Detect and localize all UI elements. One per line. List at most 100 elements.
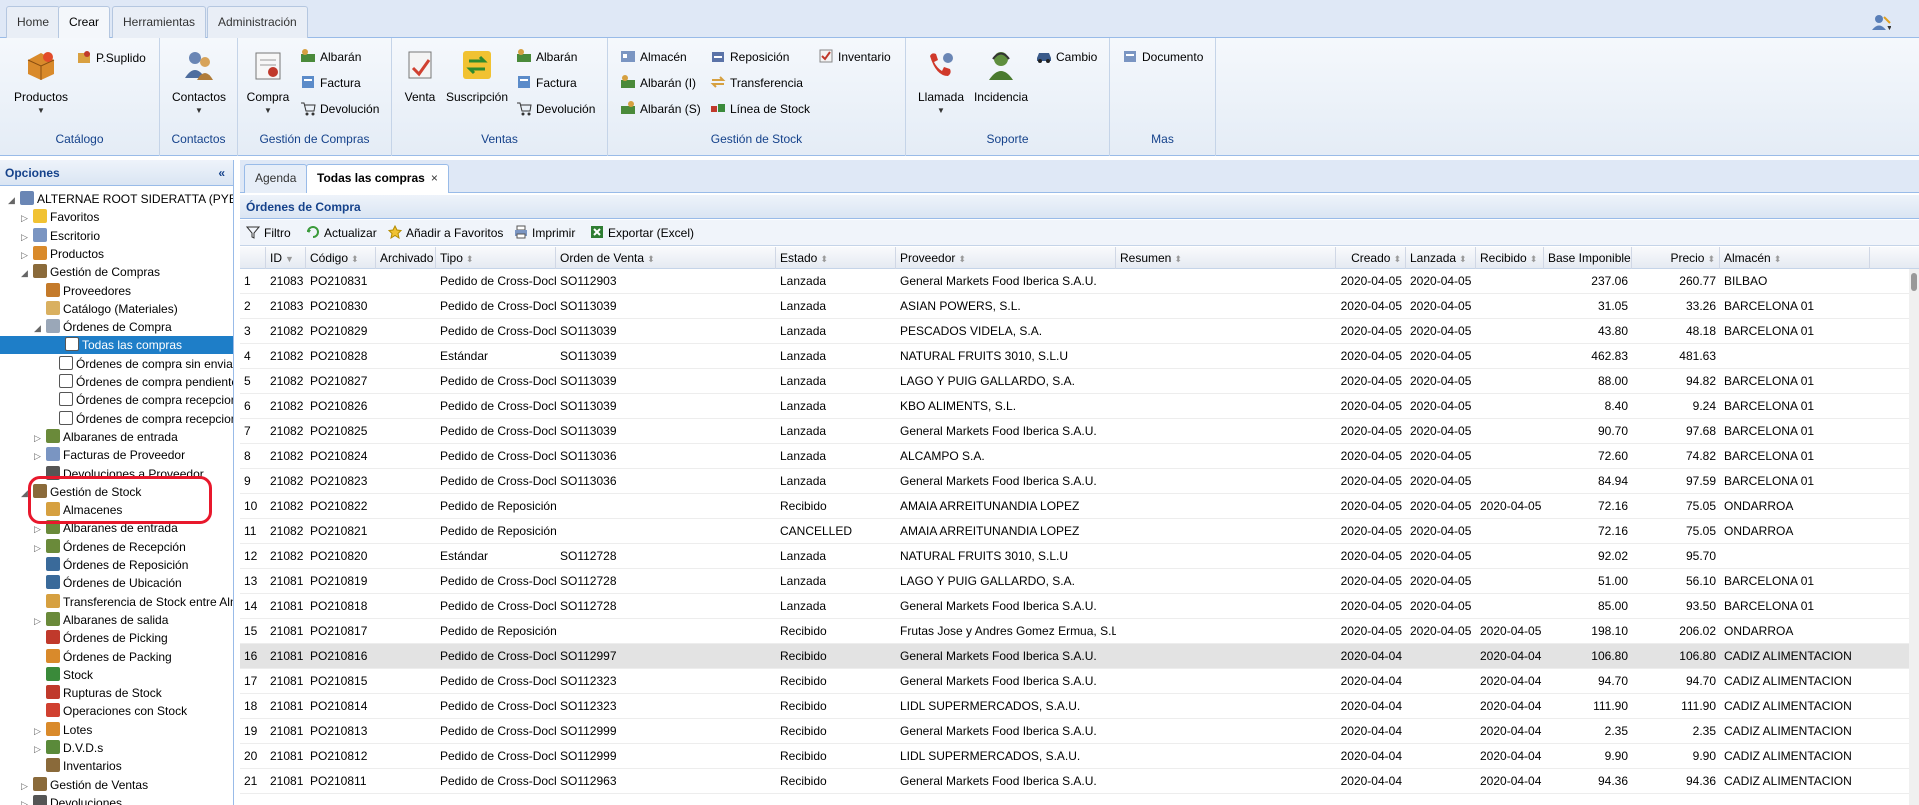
compra-button[interactable]: Compra ▼ [244,48,292,115]
devolucion-ventas-button[interactable]: Devolución [516,99,595,119]
table-row[interactable]: 7 21082 PO210825 Pedido de Cross-Dock SO1130… [240,419,1919,444]
tree-expand-icon[interactable]: ▷ [21,209,33,227]
column-header[interactable]: Resumen ⬍ [1116,247,1336,269]
tree-node[interactable]: ▷ Albaranes de entrada [34,428,178,446]
tree-node[interactable]: Órdenes de compra recepcionadas parcialm… [47,410,233,428]
sort-icon[interactable]: ⬍ [1707,254,1715,264]
cambio-button[interactable]: Cambio [1036,47,1097,67]
table-row[interactable]: 2 21083 PO210830 Pedido de Cross-Dock SO1130… [240,294,1919,319]
tree-node[interactable]: Órdenes de Reposición [34,556,188,574]
tree-node[interactable]: Órdenes de Packing [34,648,172,666]
linea-stock-button[interactable]: Línea de Stock [710,99,810,119]
tree-node[interactable]: Transferencia de Stock entre Almacenes [34,593,233,611]
tree-expand-icon[interactable]: ▷ [21,777,33,795]
tab-herramientas[interactable]: Herramientas [112,6,207,38]
tree-node[interactable]: ◢ Órdenes de Compra [34,318,172,336]
devolucion-compras-button[interactable]: Devolución [300,99,379,119]
tree-node[interactable]: Órdenes de compra recepcionadas [47,391,233,409]
tab-crear[interactable]: Crear [58,6,111,39]
sort-icon[interactable]: ⬍ [1774,254,1782,264]
table-row[interactable]: 18 21081 PO210814 Pedido de Cross-Dock SO112… [240,694,1919,719]
filtro-button[interactable]: Filtro [245,223,291,243]
tree-node[interactable]: Órdenes de Picking [34,629,168,647]
collapse-panel-icon[interactable]: « [218,160,225,186]
tree-expand-icon[interactable]: ▷ [34,539,46,557]
sort-desc-icon[interactable]: ▼ [285,254,294,264]
column-header[interactable]: Almacén ⬍ [1720,247,1870,269]
tree-node[interactable]: Órdenes de Ubicación [34,574,182,592]
albaran-entrada-button[interactable]: Albarán (I) [620,73,696,93]
tree-node[interactable]: ▷ Productos [21,245,104,263]
table-row[interactable]: 4 21082 PO210828 Estándar SO113039 Lanzada NAT… [240,344,1919,369]
contactos-button[interactable]: Contactos ▼ [168,48,230,115]
table-row[interactable]: 3 21082 PO210829 Pedido de Cross-Dock SO1130… [240,319,1919,344]
transferencia-button[interactable]: Transferencia [710,73,803,93]
venta-button[interactable]: Venta [400,48,440,104]
table-row[interactable]: 17 21081 PO210815 Pedido de Cross-Dock SO112… [240,669,1919,694]
column-header[interactable]: Tipo ⬍ [436,247,556,269]
table-row[interactable]: 6 21082 PO210826 Pedido de Cross-Dock SO1130… [240,394,1919,419]
close-tab-icon[interactable]: × [431,171,438,185]
sort-icon[interactable]: ⬍ [1459,254,1467,264]
almacen-button[interactable]: Almacén [620,47,687,67]
column-header[interactable] [240,247,266,269]
tree-collapse-icon[interactable]: ◢ [8,191,20,209]
tree-node[interactable]: ▷ Gestión de Ventas [21,776,148,794]
documento-button[interactable]: Documento [1122,47,1203,67]
tree-node[interactable]: ▷ Facturas de Proveedor [34,446,185,464]
tab-agenda[interactable]: Agenda [244,164,308,193]
exportar-excel-button[interactable]: Exportar (Excel) [590,223,694,243]
tree-node[interactable]: ▷ Órdenes de Recepción [34,538,186,556]
inventario-button[interactable]: Inventario [818,47,891,67]
table-row[interactable]: 12 21082 PO210820 Estándar SO112728 Lanzada NA… [240,544,1919,569]
tree-node[interactable]: ▷ Albaranes de salida [34,611,168,629]
table-row[interactable]: 20 21081 PO210812 Pedido de Cross-Dock SO112… [240,744,1919,769]
tree-node[interactable]: Operaciones con Stock [34,702,187,720]
scrollbar-thumb[interactable] [1911,273,1917,291]
tree-node[interactable]: ▷ Lotes [34,721,92,739]
grid-vertical-scrollbar[interactable] [1909,269,1919,805]
column-header[interactable]: Archivado⬍ [376,247,436,269]
table-row[interactable]: 9 21082 PO210823 Pedido de Cross-Dock SO1130… [240,469,1919,494]
table-row[interactable]: 8 21082 PO210824 Pedido de Cross-Dock SO1130… [240,444,1919,469]
tree-node[interactable]: Todas las compras [0,336,233,355]
tree-node[interactable]: ◢ Gestión de Compras [21,263,160,281]
column-header[interactable]: Código ⬍ [306,247,376,269]
column-header[interactable]: Proveedor ⬍ [896,247,1116,269]
table-row[interactable]: 11 21082 PO210821 Pedido de Reposición CANCE… [240,519,1919,544]
tree-node[interactable]: ▷ Favoritos [21,208,99,226]
column-header[interactable]: Precio ⬍ [1632,247,1720,269]
tree-collapse-icon[interactable]: ◢ [34,319,46,337]
column-header[interactable]: Lanzada ⬍ [1406,247,1476,269]
favoritos-button[interactable]: Añadir a Favoritos [387,223,503,243]
albaran-salida-button[interactable]: Albarán (S) [620,99,701,119]
sort-icon[interactable]: ⬍ [1530,254,1538,264]
tree-node[interactable]: ▷ Escritorio [21,227,100,245]
tree-collapse-icon[interactable]: ◢ [21,264,33,282]
sort-icon[interactable]: ⬍ [351,254,359,264]
tree-expand-icon[interactable]: ▷ [34,722,46,740]
sort-icon[interactable]: ⬍ [1393,254,1401,264]
table-row[interactable]: 10 21082 PO210822 Pedido de Reposición Recib… [240,494,1919,519]
tree-node[interactable]: Órdenes de compra pendientes [47,373,233,391]
sort-icon[interactable]: ⬍ [466,254,474,264]
tree-node[interactable]: ◢ ALTERNAE ROOT SIDERATTA (PYB) [8,190,233,209]
table-row[interactable]: 1 21083 PO210831 Pedido de Cross-Dock SO1129… [240,269,1919,294]
sort-icon[interactable]: ⬍ [820,254,828,264]
tree-expand-icon[interactable]: ▷ [21,228,33,246]
column-header[interactable]: ID ▼ [266,247,306,269]
albaran-ventas-button[interactable]: Albarán [516,47,577,67]
column-header[interactable]: Estado ⬍ [776,247,896,269]
tree-expand-icon[interactable]: ▷ [21,795,33,805]
factura-compras-button[interactable]: Factura [300,73,361,93]
tab-administracion[interactable]: Administración [207,6,308,38]
tree-expand-icon[interactable]: ▷ [34,740,46,758]
incidencia-button[interactable]: Incidencia [970,48,1032,104]
factura-ventas-button[interactable]: Factura [516,73,577,93]
albaran-compras-button[interactable]: Albarán [300,47,361,67]
table-row[interactable]: 21 21081 PO210811 Pedido de Cross-Dock SO112… [240,769,1919,794]
sort-icon[interactable]: ⬍ [958,254,966,264]
tree-node[interactable]: Rupturas de Stock [34,684,162,702]
column-header[interactable]: Recibido ⬍ [1476,247,1544,269]
tree-node[interactable]: Órdenes de compra sin enviar [47,355,233,373]
